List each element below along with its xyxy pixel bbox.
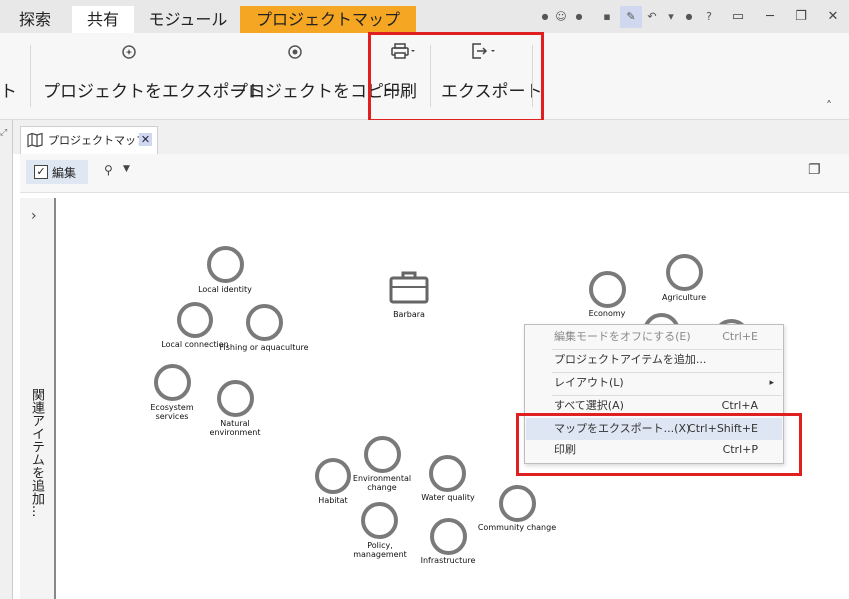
export-project-icon [122, 45, 136, 59]
map-node-label: Ecosystem services [150, 403, 194, 421]
map-node-label: Fishing or aquaculture [219, 343, 309, 352]
map-node[interactable] [589, 271, 626, 308]
menu-item-toggle-edit-mode[interactable]: 編集モードをオフにする(E) Ctrl+E [526, 326, 782, 348]
zoom-icon[interactable]: ⚲ [104, 163, 113, 177]
copy-project-button[interactable]: プロジェクトをコピー [228, 33, 401, 119]
map-node[interactable] [364, 436, 401, 473]
edit-label: 編集 [52, 166, 77, 180]
comment-icon[interactable]: ▭ [727, 6, 749, 28]
ribbon-separator [30, 45, 31, 107]
map-node[interactable] [154, 364, 191, 401]
related-items-label: 関連アイテムを追加... [29, 388, 44, 518]
map-node[interactable] [430, 518, 467, 555]
menu-item-layout[interactable]: レイアウト(L) ▸ [526, 372, 782, 394]
menu-item-add-project-item[interactable]: プロジェクトアイテムを追加... [526, 349, 782, 371]
tab-share[interactable]: 共有 [72, 6, 134, 33]
map-icon [27, 132, 43, 148]
dot-icon: ● [575, 12, 583, 21]
export-project-button[interactable]: プロジェクトをエクスポート [40, 33, 264, 119]
ribbon-partial-button[interactable]: ト [0, 77, 17, 102]
menu-item-label: レイアウト(L) [554, 376, 624, 389]
document-tab-project-map[interactable]: プロジェクトマップ ✕ [20, 126, 158, 154]
document-tab-title: プロジェクトマップ [48, 134, 147, 147]
chevron-right-icon[interactable]: › [31, 208, 37, 224]
map-node[interactable] [246, 304, 283, 341]
collapse-ribbon-icon[interactable]: ˄ [826, 99, 832, 113]
briefcase-icon[interactable] [389, 270, 429, 306]
map-node[interactable] [666, 254, 703, 291]
menu-item-label: 編集モードをオフにする(E) [554, 330, 691, 343]
dropdown-icon[interactable]: ▾ [664, 10, 678, 24]
map-toolbar: ✓ 編集 ⚲ ▼ ❐ [20, 154, 849, 193]
map-node-label: Habitat [318, 496, 348, 505]
map-node[interactable] [499, 485, 536, 522]
map-node-label: Economy [588, 309, 626, 318]
map-node[interactable] [361, 502, 398, 539]
map-node-label: Environmental change [352, 474, 412, 492]
map-node[interactable] [177, 302, 213, 338]
map-node-label: Water quality [421, 493, 475, 502]
copy-project-icon [288, 45, 302, 59]
expand-icon[interactable]: ⤢ [0, 128, 7, 138]
checkbox-checked-icon[interactable]: ✓ [34, 165, 48, 179]
tab-search[interactable]: 探索 [6, 6, 64, 33]
center-node-label: Barbara [393, 310, 425, 319]
restore-icon[interactable]: ❐ [790, 6, 812, 28]
related-items-panel[interactable]: › 関連アイテムを追加... [20, 198, 56, 599]
highlight-box-menu [516, 413, 802, 476]
map-node-label: Natural environment [209, 419, 261, 437]
edit-toggle[interactable]: ✓ 編集 [26, 160, 88, 184]
close-tab-icon[interactable]: ✕ [139, 133, 152, 146]
map-node[interactable] [207, 246, 244, 283]
submenu-arrow-icon: ▸ [769, 378, 774, 388]
chevron-down-icon[interactable]: ▼ [123, 164, 130, 174]
popout-icon[interactable]: ❐ [808, 162, 821, 178]
map-node[interactable] [217, 380, 254, 417]
close-icon[interactable]: ✕ [822, 6, 844, 28]
tab-modules[interactable]: モジュール [142, 6, 234, 33]
left-navigation-strip[interactable]: ⤢ [0, 120, 13, 599]
menu-item-shortcut: Ctrl+E [722, 330, 758, 343]
map-node-label: Community change [477, 523, 557, 532]
minimize-icon[interactable]: ─ [759, 6, 781, 28]
help-icon[interactable]: ? [702, 10, 716, 24]
highlight-box-ribbon [368, 32, 544, 122]
ribbon-tab-bar: 探索 共有 モジュール プロジェクトマップ ● ☺ ● ▪ ✎ ↶ ▾ ● ? … [0, 0, 849, 33]
menu-item-label: プロジェクトアイテムを追加... [554, 353, 707, 366]
map-node[interactable] [429, 455, 466, 492]
tab-project-map[interactable]: プロジェクトマップ [240, 6, 416, 33]
map-node[interactable] [315, 458, 351, 494]
map-node-label: Infrastructure [420, 556, 476, 565]
dot-icon: ● [541, 12, 549, 21]
save-icon[interactable]: ▪ [600, 10, 614, 24]
undo-icon[interactable]: ↶ [645, 10, 659, 24]
pen-icon[interactable]: ✎ [620, 6, 642, 28]
dot-icon: ● [685, 12, 693, 21]
map-node-label: Agriculture [662, 293, 706, 302]
smiley-icon[interactable]: ☺ [554, 10, 568, 24]
map-node-label: Local identity [198, 285, 252, 294]
